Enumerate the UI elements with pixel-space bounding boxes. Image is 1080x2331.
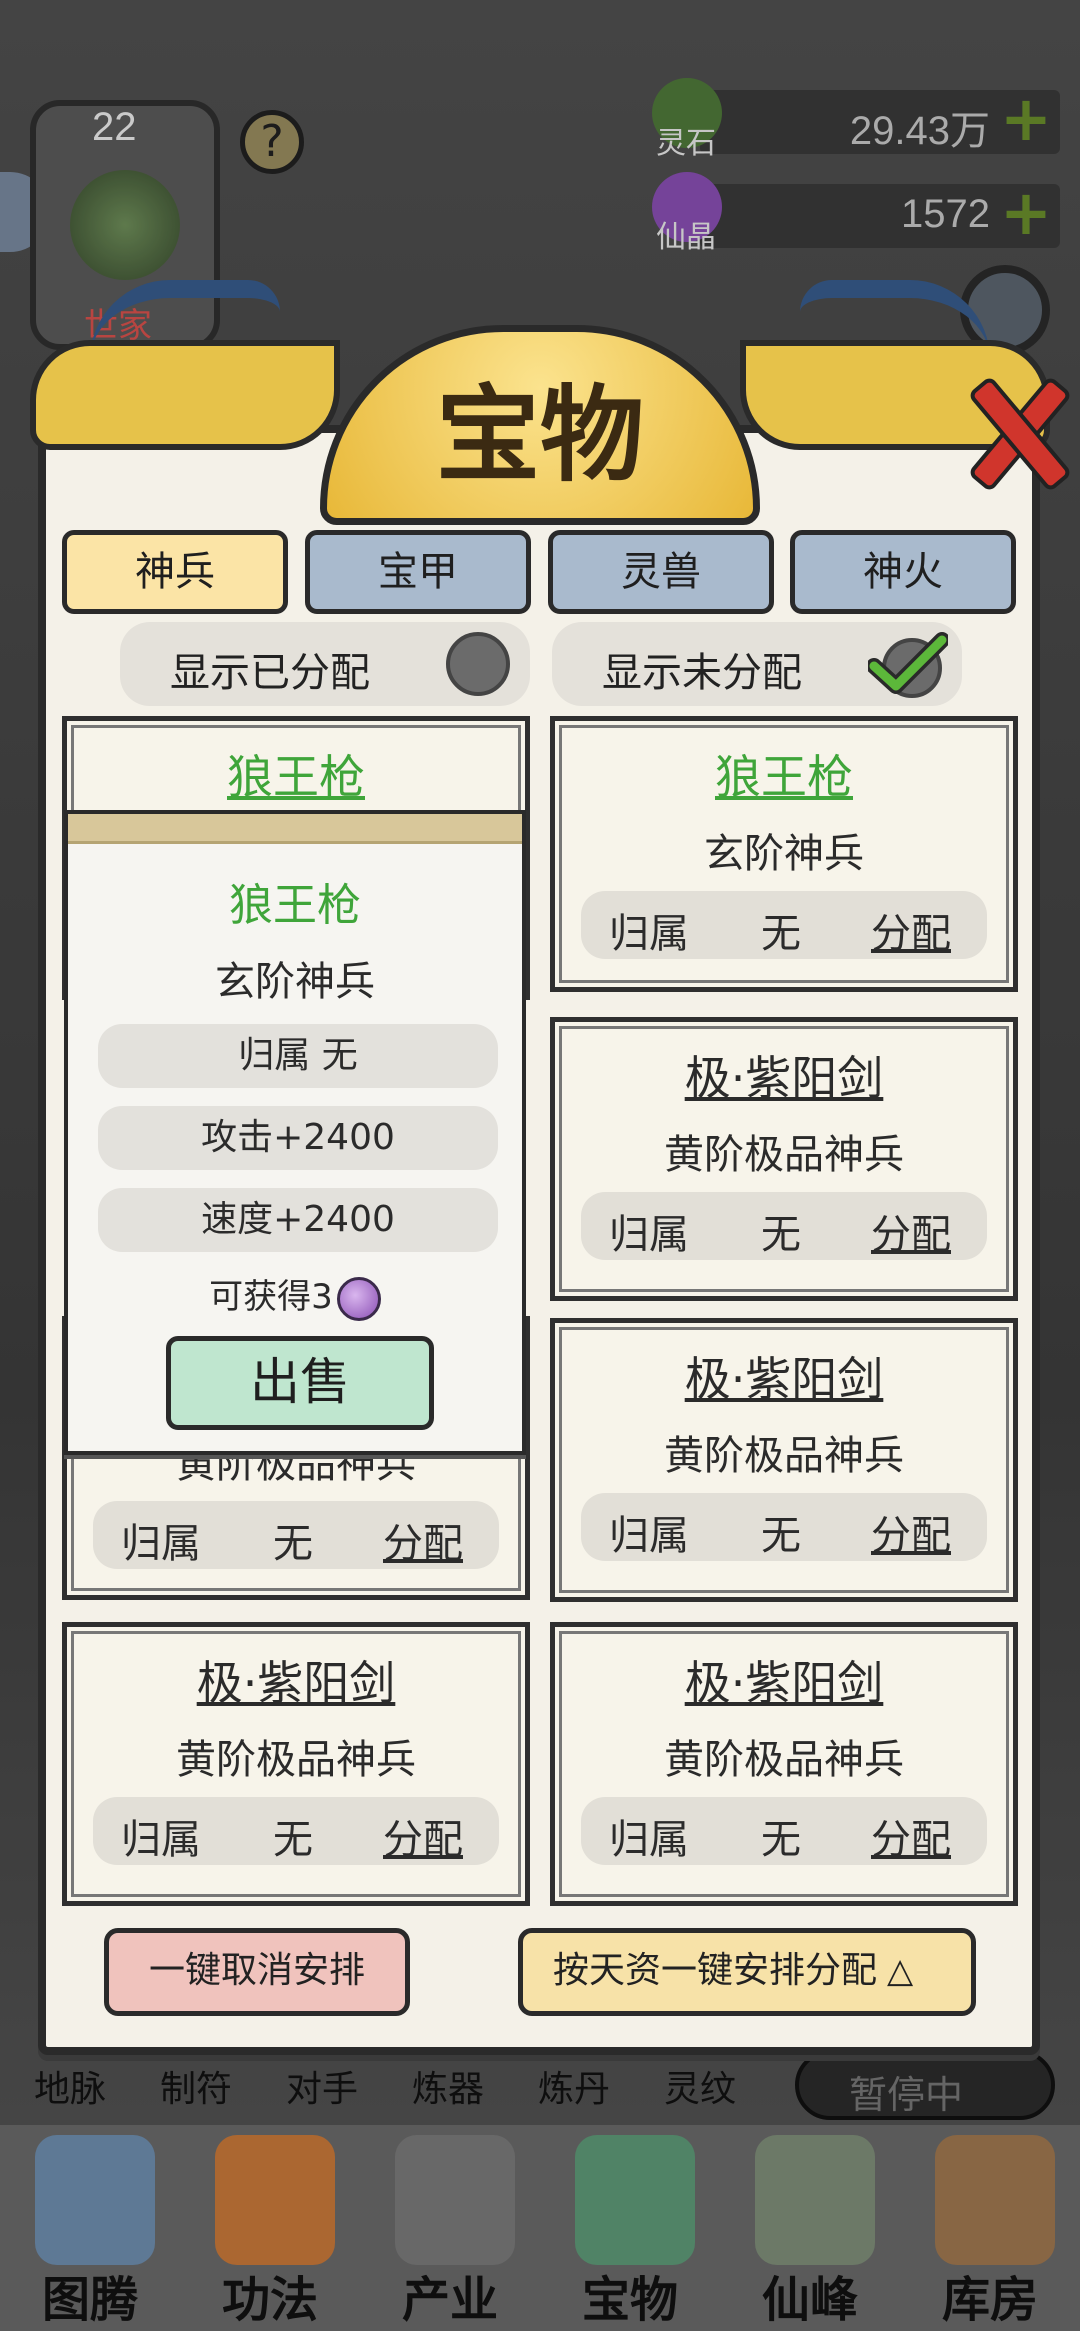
unchecked-radio-icon bbox=[446, 632, 510, 696]
owner-value: 无 bbox=[761, 911, 801, 957]
popup-speed-stat: 速度+2400 bbox=[98, 1188, 498, 1252]
show-unassigned-toggle[interactable]: 显示未分配 bbox=[552, 622, 962, 706]
sell-button[interactable]: 出售 bbox=[166, 1336, 434, 1430]
item-tier: 玄阶神兵 bbox=[704, 831, 864, 877]
item-detail-popup: 狼王枪 玄阶神兵 归属 无 攻击+2400 速度+2400 可获得3 出售 bbox=[64, 810, 526, 1455]
popup-item-tier: 玄阶神兵 bbox=[215, 959, 375, 1005]
tab-divine-fire[interactable]: 神火 bbox=[790, 530, 1016, 614]
reward-text: 可获得3 bbox=[209, 1277, 333, 1317]
item-name[interactable]: 极·紫阳剑 bbox=[555, 1647, 1013, 1713]
item-tier: 黄阶极品神兵 bbox=[664, 1433, 904, 1479]
item-name[interactable]: 狼王枪 bbox=[67, 741, 525, 807]
item-tier: 黄阶极品神兵 bbox=[176, 1737, 416, 1783]
tab-divine-weapon[interactable]: 神兵 bbox=[62, 530, 288, 614]
owner-value: 无 bbox=[761, 1212, 801, 1258]
owner-label: 归属 bbox=[121, 1521, 201, 1567]
owner-value: 无 bbox=[761, 1513, 801, 1559]
owner-label: 归属 bbox=[121, 1817, 201, 1863]
assign-link[interactable]: 分配 bbox=[871, 1503, 951, 1561]
popup-owner: 归属 无 bbox=[98, 1024, 498, 1088]
item-name[interactable]: 狼王枪 bbox=[555, 741, 1013, 807]
dialog-banner: 宝物 bbox=[30, 280, 1050, 525]
item-owner-row: 归属 无 分配 bbox=[93, 1797, 499, 1865]
owner-label: 归属 bbox=[609, 911, 689, 957]
item-card[interactable]: 极·紫阳剑 黄阶极品神兵 归属 无 分配 bbox=[550, 1622, 1018, 1906]
item-owner-row: 归属 无 分配 bbox=[581, 1797, 987, 1865]
item-owner-row: 归属 无 分配 bbox=[581, 1493, 987, 1561]
owner-label: 归属 bbox=[609, 1212, 689, 1258]
auto-assign-button[interactable]: 按天资一键安排分配 △ bbox=[518, 1928, 976, 2016]
assign-link[interactable]: 分配 bbox=[871, 1807, 951, 1865]
item-owner-row: 归属 无 分配 bbox=[581, 1192, 987, 1260]
owner-value: 无 bbox=[273, 1817, 313, 1863]
item-name[interactable]: 极·紫阳剑 bbox=[67, 1647, 525, 1713]
owner-label: 归属 bbox=[609, 1513, 689, 1559]
assign-link[interactable]: 分配 bbox=[383, 1511, 463, 1569]
owner-value: 无 bbox=[273, 1521, 313, 1567]
assign-link[interactable]: 分配 bbox=[383, 1807, 463, 1865]
close-icon[interactable] bbox=[960, 375, 1070, 485]
dialog-title: 宝物 bbox=[435, 374, 644, 496]
assign-link[interactable]: 分配 bbox=[871, 1202, 951, 1260]
popup-item-name: 狼王枪 bbox=[229, 880, 361, 931]
auto-assign-label: 按天资一键安排分配 bbox=[553, 1950, 878, 1991]
item-owner-row: 归属 无 分配 bbox=[581, 891, 987, 959]
item-card[interactable]: 狼王枪 玄阶神兵 归属 无 分配 bbox=[550, 716, 1018, 992]
item-name[interactable]: 极·紫阳剑 bbox=[555, 1343, 1013, 1409]
triangle-up-icon: △ bbox=[887, 1951, 914, 1991]
owner-value: 无 bbox=[761, 1817, 801, 1863]
item-card[interactable]: 极·紫阳剑 黄阶极品神兵 归属 无 分配 bbox=[62, 1622, 530, 1906]
item-name[interactable]: 极·紫阳剑 bbox=[555, 1042, 1013, 1108]
tab-armor[interactable]: 宝甲 bbox=[305, 530, 531, 614]
toggle-label: 显示未分配 bbox=[602, 650, 802, 696]
item-tier: 黄阶极品神兵 bbox=[664, 1737, 904, 1783]
item-card[interactable]: 极·紫阳剑 黄阶极品神兵 归属 无 分配 bbox=[550, 1318, 1018, 1602]
popup-sell-reward: 可获得3 bbox=[68, 1269, 522, 1321]
owner-label: 归属 bbox=[609, 1817, 689, 1863]
show-assigned-toggle[interactable]: 显示已分配 bbox=[120, 622, 530, 706]
cancel-all-assignments-button[interactable]: 一键取消安排 bbox=[104, 1928, 410, 2016]
item-card[interactable]: 极·紫阳剑 黄阶极品神兵 归属 无 分配 bbox=[550, 1017, 1018, 1301]
toggle-label: 显示已分配 bbox=[170, 650, 370, 696]
assign-link[interactable]: 分配 bbox=[871, 901, 951, 959]
tab-spirit-beast[interactable]: 灵兽 bbox=[548, 530, 774, 614]
purple-crystal-icon bbox=[336, 1276, 381, 1321]
checkmark-icon bbox=[868, 632, 948, 698]
item-tier: 黄阶极品神兵 bbox=[664, 1132, 904, 1178]
item-owner-row: 归属 无 分配 bbox=[93, 1501, 499, 1569]
popup-header-bar bbox=[68, 814, 522, 844]
popup-attack-stat: 攻击+2400 bbox=[98, 1106, 498, 1170]
